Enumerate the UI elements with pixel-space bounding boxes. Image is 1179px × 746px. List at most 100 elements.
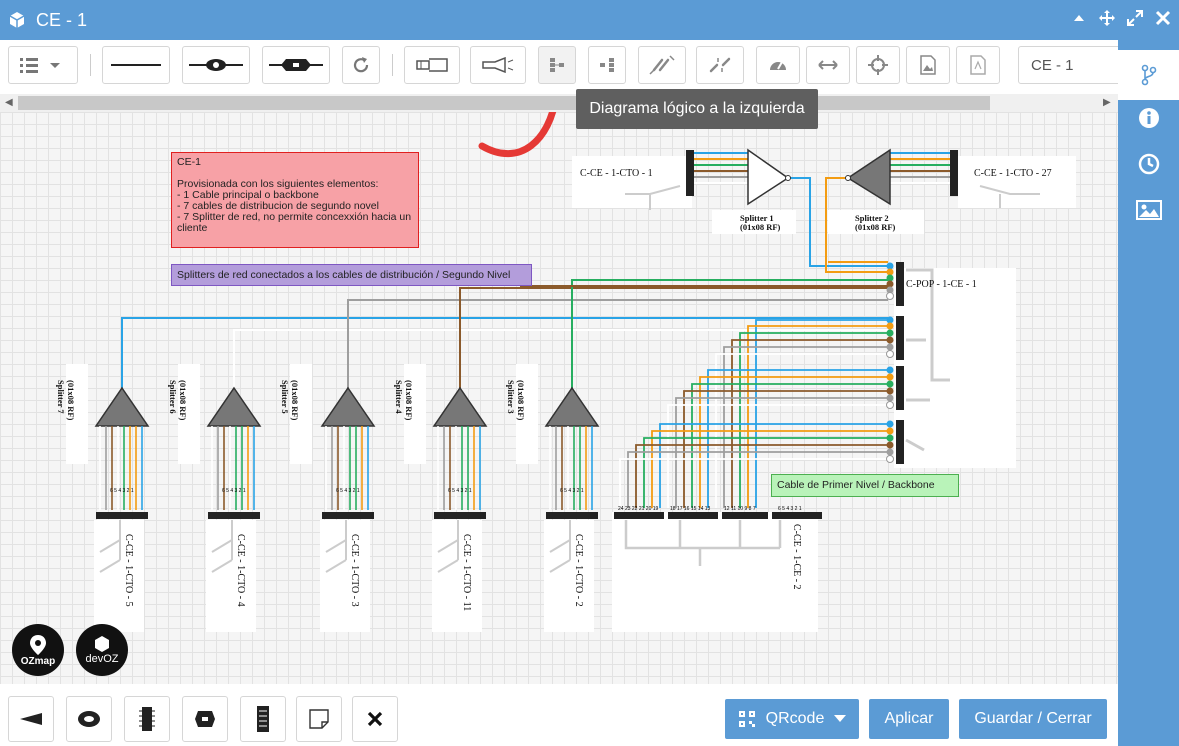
window-title: CE - 1 [36, 9, 88, 30]
scrollbar-thumb[interactable] [18, 96, 990, 110]
note-green[interactable]: Cable de Primer Nivel / Backbone [771, 474, 959, 497]
save-close-button[interactable]: Guardar / Cerrar [959, 699, 1107, 739]
bottom-toolbar: QRcode Aplicar Guardar / Cerrar [0, 684, 1118, 746]
tooltip: Diagrama lógico a la izquierda [576, 89, 818, 129]
right-sidebar [1118, 40, 1179, 746]
diagram-canvas[interactable]: C-CE - 1-CTO - 1 C-CE - 1-CTO - 27 Split… [0, 112, 1118, 684]
diagram-left-button[interactable] [538, 46, 576, 84]
sidebar-item-info[interactable] [1118, 98, 1179, 138]
splitter-type: (01x08 RF) [66, 380, 76, 421]
note-red[interactable]: CE-1 Provisionada con los siguientes ele… [171, 152, 419, 248]
cable-panel [572, 156, 692, 208]
add-connector-button[interactable] [182, 696, 228, 742]
center-button[interactable] [856, 46, 900, 84]
port-labels: 6 5 4 3 2 1 [778, 506, 802, 512]
port-labels: 18 17 16 15 14 13 [670, 506, 711, 512]
splitter-type: (01x08 RF) [855, 222, 896, 232]
splitter-type: (01x08 RF) [404, 380, 414, 421]
splitter-shape-icon [20, 713, 42, 725]
picture-icon [1135, 200, 1162, 220]
info-icon [1138, 108, 1159, 128]
scroll-right-icon[interactable]: ▶ [1103, 97, 1111, 108]
port-labels: 6 5 4 3 2 1 [336, 488, 360, 494]
splitter-type: (01x08 RF) [516, 380, 526, 421]
toolbar-divider [90, 54, 91, 76]
olt-left-button[interactable] [404, 46, 460, 84]
title-bar: CE - 1 [0, 0, 1179, 40]
cable-label: C-CE - 1-CTO - 2 [573, 534, 584, 607]
cable-label: C-CE - 1-CTO - 3 [349, 534, 360, 607]
export-pdf-button[interactable] [956, 46, 1000, 84]
add-terminal-button[interactable] [240, 696, 286, 742]
flashlight-icon [416, 58, 448, 72]
crosshair-icon [868, 55, 888, 75]
gauge-icon [770, 61, 786, 70]
refresh-button[interactable] [342, 46, 380, 84]
cable-line-icon [111, 64, 161, 66]
horizontal-scrollbar[interactable]: ◀ ▶ [0, 94, 1118, 112]
cube-icon [95, 636, 109, 652]
ozmap-logo: OZmap [12, 624, 64, 676]
qrcode-button[interactable]: QRcode [725, 699, 859, 739]
sidebar-item-images[interactable] [1118, 190, 1179, 230]
apply-button[interactable]: Aplicar [869, 699, 949, 739]
tree-left-icon [550, 58, 564, 72]
chip-icon [139, 707, 155, 731]
note-purple[interactable]: Splitters de red conectados a los cables… [171, 264, 532, 286]
megaphone-icon [482, 57, 514, 73]
diagram-right-button[interactable] [588, 46, 626, 84]
clock-icon [1138, 153, 1159, 175]
add-note-button[interactable] [296, 696, 342, 742]
add-splice-button[interactable] [66, 696, 112, 742]
splitter-type: (01x08 RF) [740, 222, 781, 232]
splitter-label: Splitter 6 [168, 380, 178, 414]
close-icon [367, 711, 383, 727]
element-name-field[interactable]: CE - 1 [1018, 46, 1122, 84]
cable-button[interactable] [102, 46, 170, 84]
connector-icon [269, 59, 323, 71]
sidebar-item-history[interactable] [1118, 144, 1179, 184]
qrcode-icon [738, 711, 755, 727]
export-image-button[interactable] [906, 46, 950, 84]
unlink-button[interactable] [696, 46, 744, 84]
toolbar-divider [392, 54, 393, 76]
splitter-label: Splitter 3 [506, 380, 516, 414]
delete-button[interactable] [352, 696, 398, 742]
splice-box-button[interactable] [182, 46, 250, 84]
cable-label: C-CE - 1-CTO - 5 [123, 534, 134, 607]
fiber-diagram: C-CE - 1-CTO - 1 C-CE - 1-CTO - 27 Split… [56, 112, 1076, 632]
cable-label: C-CE - 1-CTO - 4 [235, 534, 246, 607]
top-splitter-1 [686, 148, 791, 206]
dashboard-button[interactable] [756, 46, 800, 84]
link-icon [649, 55, 675, 75]
toolbar: CE - 1 [0, 40, 1122, 94]
add-splitter-button[interactable] [8, 696, 54, 742]
port-labels: 6 5 4 3 2 1 [560, 488, 584, 494]
pdf-file-icon [970, 55, 986, 75]
top-splitter-2 [845, 148, 958, 206]
cube-icon [9, 12, 25, 28]
splitter-type: (01x08 RF) [178, 380, 188, 421]
link-button[interactable] [638, 46, 686, 84]
width-button[interactable] [806, 46, 850, 84]
list-icon [20, 58, 60, 73]
connector-button[interactable] [262, 46, 330, 84]
splice-shape-icon [78, 711, 100, 727]
port-labels: 24 23 22 21 20 19 [618, 506, 659, 512]
scroll-left-icon[interactable]: ◀ [5, 97, 13, 108]
move-icon[interactable] [1099, 10, 1115, 26]
close-icon[interactable] [1155, 10, 1171, 26]
olt-right-button[interactable] [470, 46, 526, 84]
sidebar-item-diagram[interactable] [1118, 50, 1179, 100]
add-dio-button[interactable] [124, 696, 170, 742]
cable-label: C-POP - 1-CE - 1 [906, 279, 977, 290]
terminal-strip-icon [257, 706, 269, 732]
list-menu-button[interactable] [8, 46, 78, 84]
cable-label: C-CE - 1-CTO - 1 [580, 168, 653, 179]
ce2-cable-panel [612, 512, 818, 632]
arrows-horizontal-icon [818, 60, 838, 70]
expand-icon[interactable] [1127, 10, 1143, 26]
cable-label: C-CE - 1-CTO - 11 [461, 534, 472, 611]
port-labels: 6 5 4 3 2 1 [110, 488, 134, 494]
collapse-icon[interactable] [1071, 10, 1087, 26]
